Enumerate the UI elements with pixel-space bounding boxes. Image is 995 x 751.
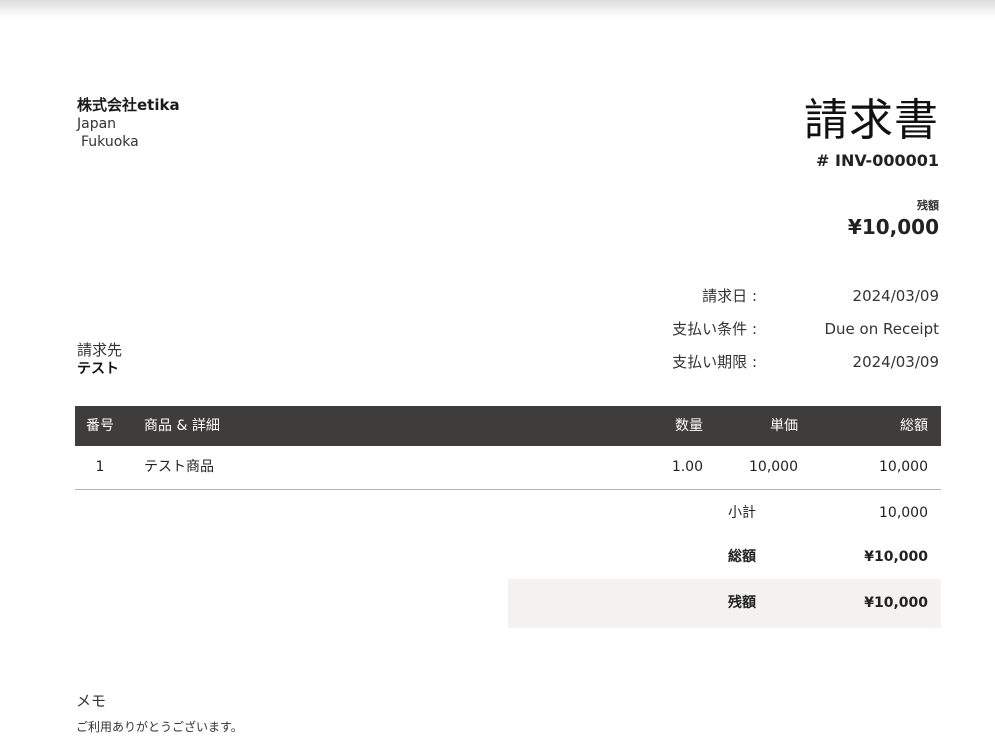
subtotal-row: 小計 10,000 xyxy=(508,491,941,535)
row-rate: 10,000 xyxy=(749,459,798,475)
row-description: テスト商品 xyxy=(144,459,214,475)
balance-row: 残額 ¥10,000 xyxy=(508,579,941,628)
invoice-date-row: 請求日 : 2024/03/09 xyxy=(600,284,939,317)
balance-label: 残額 xyxy=(728,595,756,611)
subtotal-value: 10,000 xyxy=(879,505,928,521)
payment-terms-value: Due on Receipt xyxy=(824,320,939,338)
invoice-date-value: 2024/03/09 xyxy=(852,287,939,305)
invoice-number: # INV-000001 xyxy=(816,151,939,170)
company-block: 株式会社etika Japan Fukuoka xyxy=(77,95,180,151)
items-table: 番号 商品 & 詳細 数量 単価 総額 1 テスト商品 1.00 10,000 … xyxy=(75,406,941,490)
header-amount: 総額 xyxy=(900,418,928,434)
header-number: 番号 xyxy=(86,418,114,434)
due-date-row: 支払い期限 : 2024/03/09 xyxy=(600,350,939,383)
subtotal-label: 小計 xyxy=(728,505,756,521)
items-table-header: 番号 商品 & 詳細 数量 単価 総額 xyxy=(75,406,941,446)
notes-text: ご利用ありがとうございます。 xyxy=(76,720,243,734)
notes-label: メモ xyxy=(76,692,107,710)
document-title: 請求書 xyxy=(804,95,939,146)
balance-value: ¥10,000 xyxy=(864,595,928,611)
invoice-date-label: 請求日 : xyxy=(702,287,757,305)
totals-block: 小計 10,000 総額 ¥10,000 残額 ¥10,000 xyxy=(508,491,941,628)
row-amount: 10,000 xyxy=(879,459,928,475)
due-date-label: 支払い期限 : xyxy=(672,353,757,371)
payment-terms-row: 支払い条件 : Due on Receipt xyxy=(600,317,939,350)
company-country: Japan xyxy=(77,116,117,132)
header-description: 商品 & 詳細 xyxy=(144,418,220,434)
balance-due-amount: ¥10,000 xyxy=(847,215,939,239)
bill-to-name: テスト xyxy=(77,361,119,377)
invoice-page: 株式会社etika Japan Fukuoka 請求書 # INV-000001… xyxy=(0,0,995,751)
bill-to-label: 請求先 xyxy=(77,341,123,359)
total-row: 総額 ¥10,000 xyxy=(508,535,941,579)
company-city: Fukuoka xyxy=(81,134,139,150)
company-name: 株式会社etika xyxy=(77,96,180,114)
total-value: ¥10,000 xyxy=(864,549,928,565)
balance-due-label: 残額 xyxy=(917,199,939,212)
notes-block: メモ ご利用ありがとうございます。 xyxy=(76,690,243,737)
due-date-value: 2024/03/09 xyxy=(852,353,939,371)
table-row: 1 テスト商品 1.00 10,000 10,000 xyxy=(75,446,941,490)
row-quantity: 1.00 xyxy=(671,459,703,475)
row-number: 1 xyxy=(95,459,105,475)
total-label: 総額 xyxy=(728,549,756,565)
bill-to-block: 請求先 テスト xyxy=(77,341,122,379)
header-quantity: 数量 xyxy=(675,418,703,434)
invoice-meta: 請求日 : 2024/03/09 支払い条件 : Due on Receipt … xyxy=(600,284,939,383)
payment-terms-label: 支払い条件 : xyxy=(672,320,757,338)
header-rate: 単価 xyxy=(770,418,798,434)
top-shadow xyxy=(0,0,995,18)
